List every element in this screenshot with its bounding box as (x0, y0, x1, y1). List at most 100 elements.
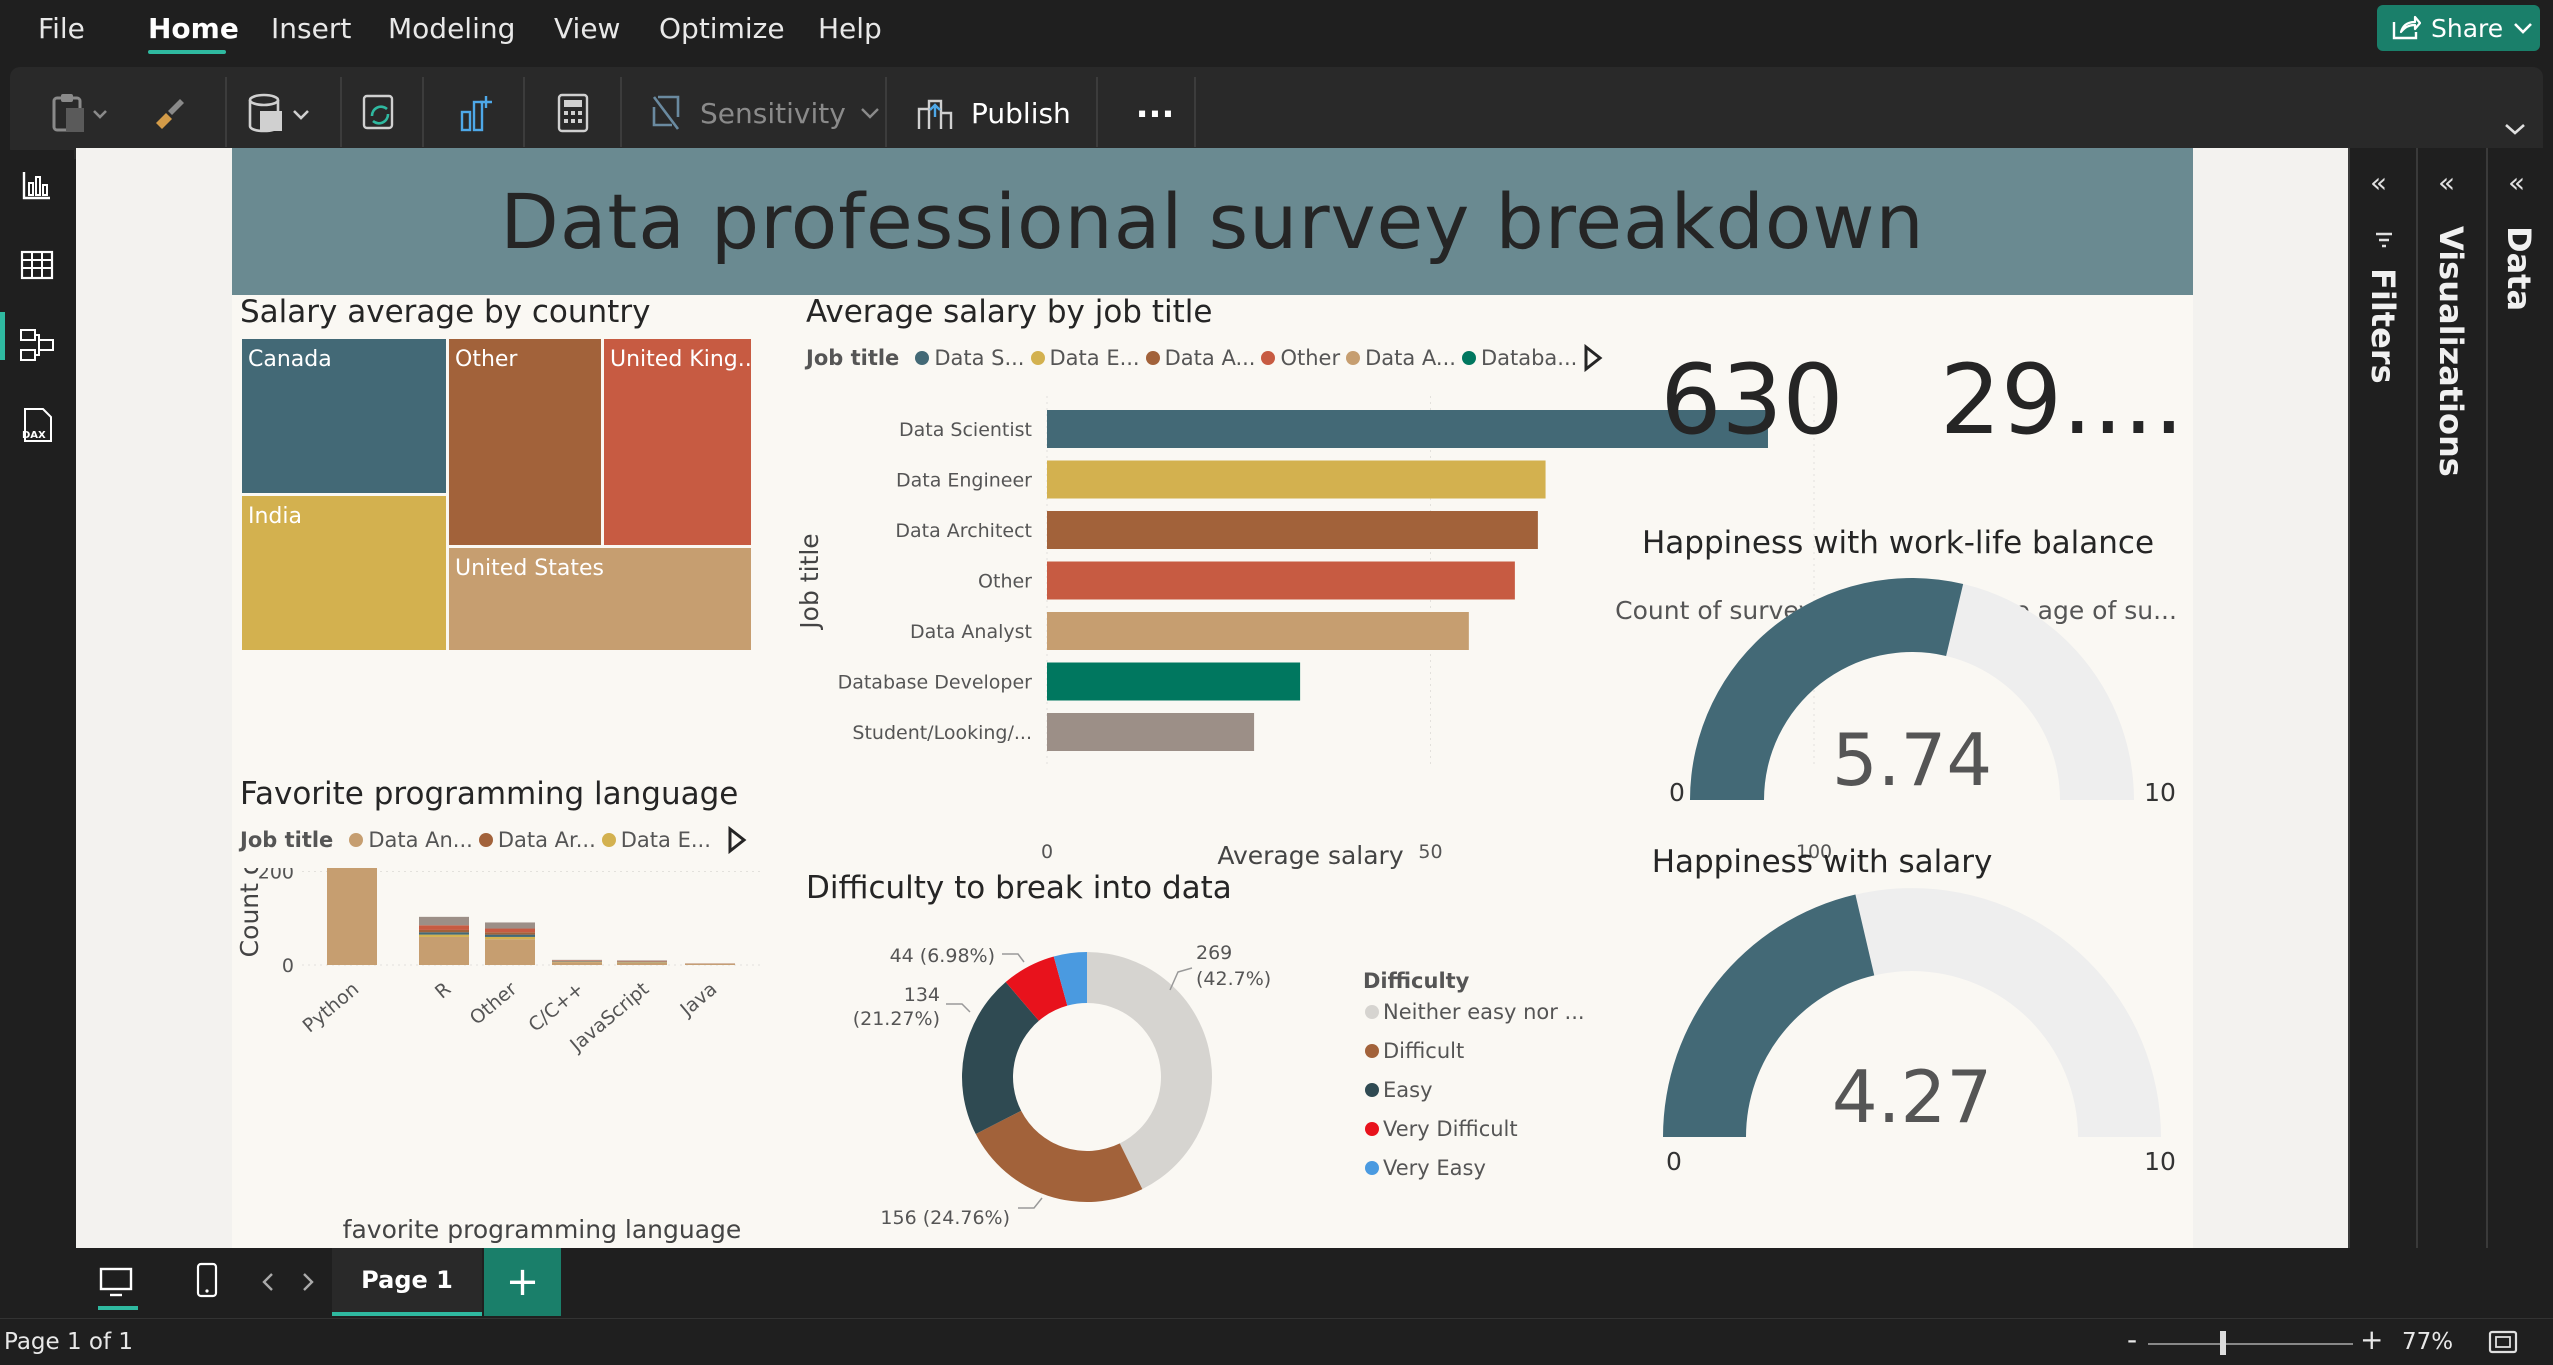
y-tick-label: 0 (282, 955, 294, 977)
donut-chart-title: Difficulty to break into data (806, 870, 1232, 906)
legend-title: Difficulty (1363, 969, 1470, 993)
legend-item[interactable]: Databa... (1481, 346, 1577, 370)
bar (1047, 561, 1515, 600)
y-tick-label: Data Scientist (899, 419, 1032, 441)
get-data-button[interactable] (242, 91, 322, 135)
sensitivity-icon (652, 95, 680, 130)
legend-item[interactable]: Data E... (1050, 346, 1140, 370)
next-page-button[interactable] (298, 1270, 318, 1294)
menu-bar: File Home Insert Modeling View Optimize … (0, 0, 2553, 60)
status-bar: Page 1 of 1 - + 77% (0, 1318, 2553, 1365)
legend-dot (478, 833, 493, 847)
bar (1047, 713, 1255, 751)
lang-chart-legend: Job title Data An... Data Ar... Data E..… (240, 828, 711, 852)
desktop-layout-button[interactable] (98, 1264, 134, 1300)
share-button[interactable]: Share (2377, 5, 2540, 51)
legend-dot (1365, 1083, 1379, 1097)
collapse-ribbon-button[interactable] (2500, 107, 2530, 151)
filters-pane[interactable]: « Filters (2348, 148, 2416, 1248)
legend-dot (1145, 351, 1160, 365)
zoom-slider-track[interactable] (2148, 1343, 2353, 1345)
menu-insert[interactable]: Insert (271, 12, 351, 45)
stacked-bar-segment (419, 936, 469, 965)
treemap-cell-united-kingdom[interactable]: United King... (604, 339, 751, 545)
treemap-cell-canada[interactable]: Canada (242, 339, 446, 493)
clipboard-icon (52, 94, 107, 132)
table-view-button[interactable] (18, 246, 56, 284)
stacked-bar-segment (485, 922, 535, 929)
x-axis-label: Average salary (1217, 841, 1403, 870)
legend-item[interactable]: Data S... (934, 346, 1024, 370)
svg-text:DAX: DAX (22, 430, 46, 441)
legend-dot (1461, 351, 1476, 365)
menu-optimize[interactable]: Optimize (659, 12, 785, 45)
leader-line (1018, 1197, 1043, 1209)
legend-item[interactable]: Data A... (1365, 346, 1456, 370)
legend-item[interactable]: Other (1280, 346, 1340, 370)
legend-next-icon[interactable] (1582, 344, 1604, 372)
stacked-bar-segment (419, 925, 469, 930)
legend-item: Difficult (1383, 1039, 1464, 1063)
treemap-cell-other[interactable]: Other (449, 339, 601, 545)
legend-dot (1030, 351, 1045, 365)
calculator-button[interactable] (551, 91, 595, 135)
stacked-bar-segment (485, 936, 535, 940)
visualizations-pane[interactable]: « Visualizations (2416, 148, 2486, 1248)
model-view-button[interactable] (18, 326, 56, 364)
database-icon (248, 93, 309, 133)
refresh-button[interactable] (358, 91, 402, 135)
mobile-layout-button[interactable] (194, 1262, 220, 1300)
fit-to-page-icon[interactable] (2488, 1329, 2518, 1355)
stacked-bar-segment (552, 962, 602, 965)
data-label: 134 (904, 984, 940, 1006)
language-stacked-bar-chart[interactable]: 0200400PythonROtherC/C++JavaScriptJavafa… (232, 868, 772, 1248)
treemap-cell-india[interactable]: India (242, 496, 446, 650)
legend-next-icon[interactable] (726, 826, 748, 854)
stacked-bar-segment (419, 932, 469, 935)
legend-item[interactable]: Data An... (368, 828, 473, 852)
legend-dot (349, 833, 364, 847)
gauge-salary[interactable]: Happiness with salary 4.27 0 10 (1622, 828, 2182, 1248)
gauge-value: 4.27 (1832, 1055, 1992, 1139)
add-page-button[interactable]: + (484, 1248, 561, 1316)
legend-item[interactable]: Data E... (621, 828, 711, 852)
data-pane[interactable]: « Data (2486, 148, 2553, 1248)
report-view-button[interactable] (18, 166, 56, 204)
zoom-slider-handle[interactable] (2220, 1331, 2226, 1355)
x-tick-label: Python (299, 978, 364, 1037)
stacked-bar-segment (485, 934, 535, 937)
chevron-left-icon[interactable]: « (2508, 166, 2525, 199)
paste-button[interactable] (46, 91, 116, 135)
dax-query-view-button[interactable]: DAX (18, 406, 56, 444)
new-visual-button[interactable] (454, 91, 498, 135)
format-painter-button[interactable] (146, 91, 190, 135)
treemap-cell-united-states[interactable]: United States (449, 548, 751, 650)
prev-page-button[interactable] (258, 1270, 278, 1294)
chevron-left-icon[interactable]: « (2370, 166, 2387, 199)
legend-item[interactable]: Data A... (1165, 346, 1256, 370)
sensitivity-button[interactable]: Sensitivity (650, 91, 890, 135)
ribbon-separator (340, 77, 342, 147)
zoom-out-button[interactable]: - (2127, 1323, 2137, 1356)
menu-modeling[interactable]: Modeling (388, 12, 515, 45)
publish-button[interactable]: Publish (915, 91, 1095, 135)
desktop-icon (99, 1267, 133, 1297)
kpi-value: 630 (1660, 344, 1844, 456)
calculator-icon (557, 93, 589, 133)
dax-icon: DAX (22, 408, 52, 442)
legend-dot (601, 833, 616, 847)
more-options-button[interactable]: ... (1120, 86, 1190, 135)
page-tab-page-1[interactable]: Page 1 (332, 1248, 482, 1316)
menu-view[interactable]: View (554, 12, 620, 45)
gauge-title: Happiness with salary (1652, 844, 1993, 880)
menu-file[interactable]: File (38, 12, 85, 45)
active-layout-indicator (98, 1306, 138, 1310)
active-menu-indicator (148, 50, 226, 54)
menu-help[interactable]: Help (818, 12, 882, 45)
x-axis-label: favorite programming language (343, 1215, 742, 1244)
zoom-level[interactable]: 77% (2402, 1329, 2453, 1355)
zoom-in-button[interactable]: + (2360, 1323, 2383, 1356)
menu-home[interactable]: Home (148, 12, 239, 45)
chevron-left-icon[interactable]: « (2438, 166, 2455, 199)
legend-item[interactable]: Data Ar... (498, 828, 596, 852)
